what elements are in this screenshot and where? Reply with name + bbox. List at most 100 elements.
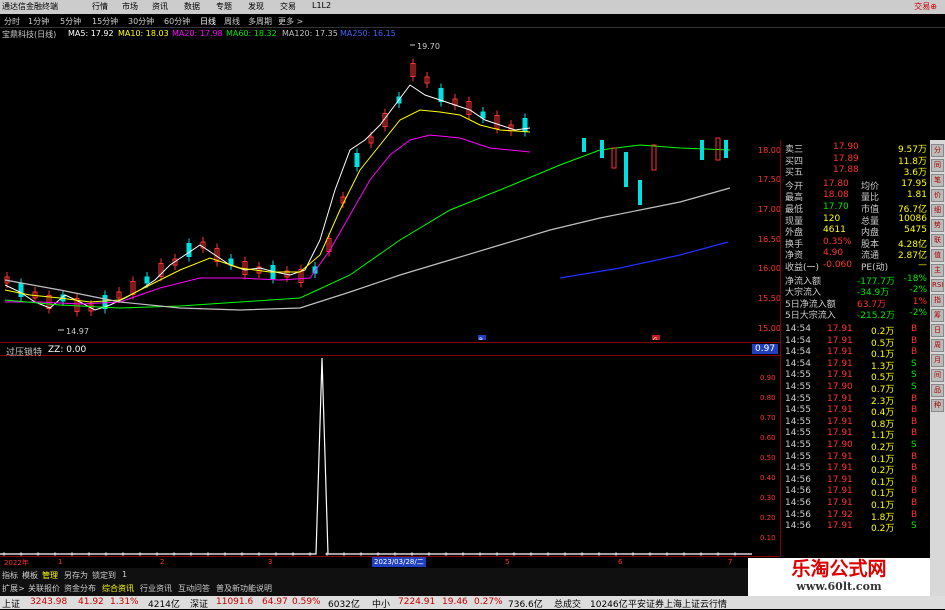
quote-row: 收益(一) -0.060 PE(动) — bbox=[783, 260, 929, 273]
quote-row: 14:54 17.91 0.1万 B bbox=[783, 347, 929, 360]
indicator-tick: 0.10 bbox=[760, 534, 776, 542]
tick-price: 17.91 bbox=[827, 347, 853, 358]
side-tab[interactable]: 笔 bbox=[931, 174, 944, 187]
tab-guanlian[interactable]: 关联报价 bbox=[28, 583, 60, 594]
tab-zonghe[interactable]: 综合资讯 bbox=[102, 583, 134, 594]
tab-hudong[interactable]: 互动问答 bbox=[178, 583, 210, 594]
price-tick: 16.50 bbox=[758, 235, 781, 244]
candle bbox=[18, 283, 24, 297]
indicator-chart[interactable] bbox=[0, 356, 752, 556]
side-tab[interactable]: 间 bbox=[931, 369, 944, 382]
tab-suodingdao[interactable]: 锁定到 bbox=[92, 570, 116, 581]
period-weekly[interactable]: 周线 bbox=[224, 16, 240, 27]
zx-label[interactable]: 中小 bbox=[372, 597, 390, 610]
tick-side: B bbox=[911, 393, 918, 404]
side-tab[interactable]: 细 bbox=[931, 204, 944, 217]
indicator-tick: 0.20 bbox=[760, 514, 776, 522]
indicator-tick: 0.40 bbox=[760, 474, 776, 482]
zz-line bbox=[0, 357, 752, 555]
quote-label: 买五 bbox=[785, 168, 804, 179]
ma10-label: MA10: 18.03 bbox=[118, 29, 169, 38]
period-1min[interactable]: 1分钟 bbox=[28, 16, 49, 27]
quote-row: 现量 120 总量 10086 bbox=[783, 214, 929, 227]
tab-expand[interactable]: 扩展> bbox=[2, 583, 25, 594]
watermark: 乐淘公式网 www.60lt.com bbox=[748, 558, 930, 596]
trade-button[interactable]: 交易⊕ bbox=[914, 1, 937, 12]
side-tab[interactable]: 月 bbox=[931, 354, 944, 367]
candle bbox=[480, 111, 486, 119]
sz-label[interactable]: 深证 bbox=[190, 597, 208, 610]
sz-pct: 0.59% bbox=[292, 597, 321, 607]
side-tab[interactable]: RSI bbox=[931, 279, 944, 292]
side-tab[interactable]: 筹 bbox=[931, 309, 944, 322]
tick-side: B bbox=[911, 405, 918, 416]
tick-time: 14:55 bbox=[785, 405, 811, 416]
zx-change: 19.46 bbox=[442, 597, 468, 607]
tick-price: 17.92 bbox=[827, 509, 853, 520]
quote-row: 5日净流入额 63.7万 1% bbox=[783, 297, 929, 310]
side-tab[interactable]: 势 bbox=[931, 219, 944, 232]
quote-row: 14:55 17.91 0.1万 B bbox=[783, 451, 929, 465]
side-tab[interactable]: 日 bbox=[931, 324, 944, 337]
candlestick-chart[interactable]: 19.70 14.97 R G bbox=[0, 40, 752, 340]
period-multi[interactable]: 多周期 bbox=[248, 16, 272, 27]
menu-item-l1l2[interactable]: L1L2 bbox=[312, 1, 331, 10]
tab-number[interactable]: 1 bbox=[122, 570, 127, 579]
period-daily[interactable]: 日线 bbox=[200, 16, 216, 27]
tick-side: B bbox=[911, 335, 918, 346]
quote-price: 17.89 bbox=[833, 153, 859, 164]
tick-time: 14:54 bbox=[785, 324, 811, 334]
ma5-line bbox=[4, 84, 531, 311]
quote-row: 14:55 17.91 0.4万 B bbox=[783, 405, 929, 418]
side-tab[interactable]: 指 bbox=[931, 294, 944, 307]
price-tick: 18.00 bbox=[758, 146, 781, 155]
tick-side: B bbox=[911, 498, 918, 508]
high-label-group: 19.70 bbox=[410, 42, 440, 51]
menu-item-hangqing[interactable]: 行情 bbox=[92, 1, 108, 12]
menu-item-shichang[interactable]: 市场 bbox=[122, 1, 138, 12]
tick-time: 14:56 bbox=[785, 498, 811, 508]
side-tab[interactable]: 周 bbox=[931, 339, 944, 352]
quote-row: 14:55 17.90 0.2万 S bbox=[783, 440, 929, 453]
quote-row: 买五 17.88 3.6万 bbox=[783, 165, 929, 179]
tick-time: 14:56 bbox=[785, 486, 811, 497]
tick-price: 17.91 bbox=[827, 474, 853, 485]
price-tick: 15.00 bbox=[758, 324, 781, 333]
period-more[interactable]: 更多 > bbox=[278, 16, 303, 27]
tab-hangye[interactable]: 行业资讯 bbox=[140, 583, 172, 594]
sh-label[interactable]: 上证 bbox=[2, 597, 20, 610]
indicator-value-box: 0.97 bbox=[752, 344, 779, 354]
side-tab[interactable]: 同 bbox=[931, 159, 944, 172]
tick-time: 14:55 bbox=[785, 451, 811, 462]
tick-side: S bbox=[911, 440, 917, 450]
tick-price: 17.91 bbox=[827, 358, 853, 369]
period-15min[interactable]: 15分钟 bbox=[92, 16, 118, 27]
menu-item-jiaoyi[interactable]: 交易 bbox=[280, 1, 296, 12]
side-tab[interactable]: 值 bbox=[931, 249, 944, 262]
tab-moban[interactable]: 模板 bbox=[22, 570, 38, 581]
time-axis-tick: 1 bbox=[58, 558, 63, 566]
tick-side: B bbox=[911, 347, 918, 358]
period-fenshi[interactable]: 分时 bbox=[4, 16, 20, 27]
period-30min[interactable]: 30分钟 bbox=[128, 16, 154, 27]
side-tab[interactable]: 主 bbox=[931, 264, 944, 277]
menu-item-shuju[interactable]: 数据 bbox=[184, 1, 200, 12]
menu-item-zhuanti[interactable]: 专题 bbox=[216, 1, 232, 12]
tab-puji[interactable]: 普及新功能说明 bbox=[216, 583, 272, 594]
menu-item-zixun[interactable]: 资讯 bbox=[152, 1, 168, 12]
zx-amount: 736.6亿 bbox=[508, 600, 543, 610]
period-5min[interactable]: 5分钟 bbox=[60, 16, 81, 27]
menu-item-faxian[interactable]: 发现 bbox=[248, 1, 264, 12]
side-tab[interactable]: 联 bbox=[931, 234, 944, 247]
side-tab[interactable]: 种 bbox=[931, 399, 944, 412]
server-info[interactable]: 平安证券上海上证云行情 bbox=[628, 597, 727, 610]
tab-zijin[interactable]: 资金分布 bbox=[64, 583, 96, 594]
tab-zhibiao[interactable]: 指标 bbox=[2, 570, 18, 581]
time-axis: 2022年 1 2 3 2023/03/28/二 5 6 7 bbox=[0, 556, 780, 568]
tab-lingcunwei[interactable]: 另存为 bbox=[64, 570, 88, 581]
period-60min[interactable]: 60分钟 bbox=[164, 16, 190, 27]
side-tab[interactable]: 价 bbox=[931, 189, 944, 202]
tab-guanli[interactable]: 管理 bbox=[42, 570, 58, 581]
side-tab[interactable]: 分 bbox=[931, 144, 944, 157]
side-tab[interactable]: 品 bbox=[931, 384, 944, 397]
